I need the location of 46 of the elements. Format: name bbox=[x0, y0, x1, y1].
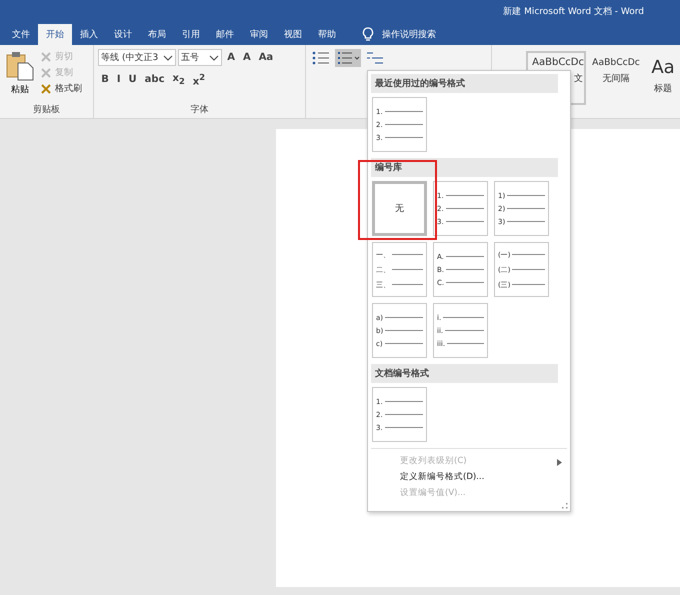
bullets-icon[interactable] bbox=[312, 51, 330, 65]
ribbon-tab[interactable]: 设计 bbox=[106, 24, 140, 45]
section-header: 编号库 bbox=[371, 158, 558, 177]
section-header: 文档编号格式 bbox=[371, 364, 558, 383]
search-field[interactable]: 操作说明搜索 bbox=[362, 24, 464, 45]
numbering-icon[interactable] bbox=[334, 49, 361, 67]
font-size-field[interactable]: 五号 bbox=[178, 49, 222, 66]
font-button[interactable]: I bbox=[114, 74, 124, 86]
lightbulb-icon bbox=[362, 27, 374, 42]
none-label: 无 bbox=[395, 203, 404, 215]
chevron-down-icon bbox=[163, 54, 174, 60]
group-label: 剪贴板 bbox=[32, 104, 62, 116]
font-button[interactable]: B bbox=[98, 74, 112, 86]
font-name-field[interactable]: 等线 (中文正3 bbox=[98, 49, 176, 66]
cross-icon bbox=[40, 50, 52, 62]
section-header: 最近使用过的编号格式 bbox=[371, 74, 558, 93]
resize-grip-icon[interactable] bbox=[562, 503, 568, 509]
group-label: 字体 bbox=[189, 104, 210, 116]
ribbon-tab[interactable]: 审阅 bbox=[242, 24, 276, 45]
cross-icon bbox=[40, 66, 52, 78]
multilevel-list-icon[interactable] bbox=[366, 51, 384, 65]
font-button[interactable]: abc bbox=[142, 74, 168, 86]
search-input[interactable]: 操作说明搜索 bbox=[380, 28, 464, 40]
ribbon-tab[interactable]: 视图 bbox=[276, 24, 310, 45]
cross-icon bbox=[40, 82, 52, 94]
ribbon-tab[interactable]: 邮件 bbox=[208, 24, 242, 45]
font-button[interactable]: x$^{2}$ bbox=[190, 72, 208, 88]
window-title: 新建 Microsoft Word 文档 - Word bbox=[503, 6, 644, 18]
ribbon-tab[interactable]: 帮助 bbox=[310, 24, 344, 45]
chevron-down-icon bbox=[209, 54, 220, 60]
font-button[interactable]: x$_{2}$ bbox=[170, 73, 188, 86]
ribbon-tab[interactable]: 插入 bbox=[72, 24, 106, 45]
ribbon-tab[interactable]: 引用 bbox=[174, 24, 208, 45]
font-button[interactable]: U bbox=[126, 74, 140, 86]
style-tile[interactable]: Aa 标题 bbox=[646, 51, 680, 105]
style-tile[interactable]: AaBbCcDc 无间隔 bbox=[587, 51, 645, 105]
ribbon-tab[interactable]: 布局 bbox=[140, 24, 174, 45]
numbering-tile[interactable]: 无 bbox=[372, 181, 427, 236]
font-button[interactable]: A bbox=[240, 52, 254, 63]
clipboard-button[interactable]: 格式刷 bbox=[40, 81, 82, 96]
paste-button[interactable]: 粘贴 bbox=[4, 49, 36, 98]
menu-item[interactable]: 定义新编号格式(D)... bbox=[368, 469, 570, 485]
ribbon-tab[interactable]: 文件 bbox=[4, 24, 38, 45]
ribbon-tab[interactable]: 开始 bbox=[38, 24, 72, 45]
font-button[interactable]: A bbox=[224, 52, 238, 63]
font-button[interactable]: Aa bbox=[256, 52, 276, 63]
